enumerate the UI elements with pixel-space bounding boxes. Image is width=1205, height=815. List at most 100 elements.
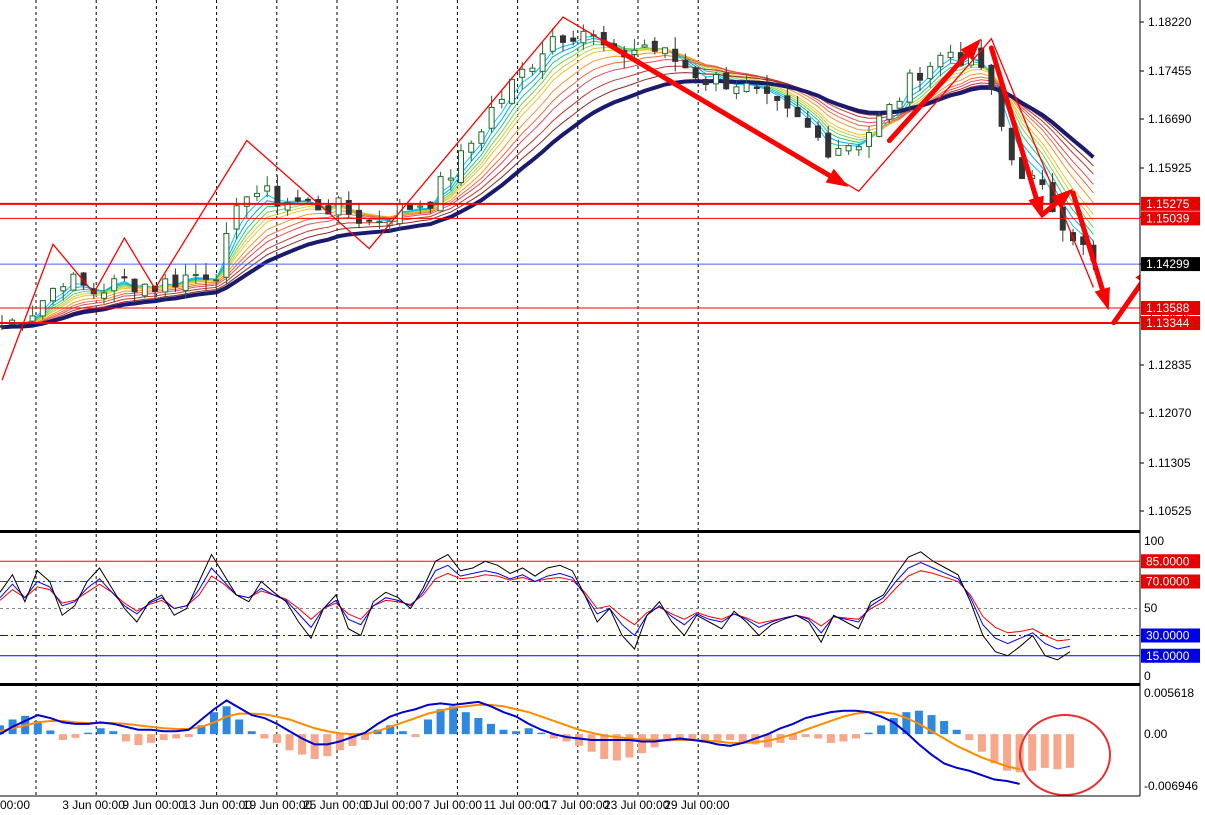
macd-histogram-bar bbox=[147, 734, 156, 743]
macd-histogram-bar bbox=[222, 706, 231, 735]
macd-histogram-bar bbox=[839, 734, 848, 742]
macd-tick-label: 0.00 bbox=[1144, 727, 1168, 741]
macd-histogram-bar bbox=[474, 718, 483, 735]
oscillator-tick-label: 100 bbox=[1144, 534, 1164, 548]
oscillator-tick-label: 50 bbox=[1144, 601, 1158, 615]
candle-body bbox=[458, 150, 464, 183]
candle-body bbox=[182, 274, 189, 291]
macd-histogram-bar bbox=[1028, 734, 1037, 771]
macd-histogram-bar bbox=[184, 734, 193, 738]
grid-layer bbox=[35, 0, 699, 796]
macd-histogram-bar bbox=[235, 719, 244, 735]
candle-body bbox=[519, 68, 526, 78]
macd-histogram-bar bbox=[424, 719, 432, 735]
oscillator-level-tag: 85.0000 bbox=[1146, 554, 1190, 568]
candle-body bbox=[560, 35, 566, 43]
candle-body bbox=[305, 198, 311, 201]
candle-body bbox=[172, 274, 179, 288]
oscillator-panel bbox=[0, 551, 1140, 661]
macd-histogram-bar bbox=[814, 734, 823, 739]
candle-body bbox=[356, 209, 362, 224]
panel-divider bbox=[0, 683, 1140, 686]
candle-body bbox=[753, 86, 760, 90]
macd-panel bbox=[0, 699, 1111, 796]
price-tick-label: 1.11305 bbox=[1148, 456, 1191, 470]
time-tick-label: 00:00 bbox=[0, 798, 30, 812]
candle-body bbox=[101, 292, 107, 299]
price-axis: 1.182201.174551.166901.159251.151601.143… bbox=[1140, 15, 1200, 793]
oscillator-tick-label: 0 bbox=[1144, 669, 1151, 683]
macd-histogram-bar bbox=[499, 729, 508, 735]
macd-histogram-bar bbox=[587, 734, 596, 752]
oscillator-level-tag: 30.0000 bbox=[1146, 629, 1190, 643]
macd-histogram-bar bbox=[600, 734, 609, 760]
candle-body bbox=[162, 278, 169, 293]
candle-body bbox=[264, 185, 271, 192]
time-tick-label: 11 Jul 00:00 bbox=[484, 798, 549, 812]
macd-histogram-bar bbox=[1066, 734, 1074, 768]
price-tick-label: 1.12070 bbox=[1148, 406, 1192, 420]
price-level-tag: 1.13344 bbox=[1146, 316, 1190, 330]
candle-body bbox=[672, 48, 679, 62]
candle-body bbox=[294, 197, 301, 202]
candle-body bbox=[570, 37, 577, 42]
macd-histogram-bar bbox=[940, 720, 949, 735]
macd-histogram-bar bbox=[398, 731, 407, 735]
candle-body bbox=[192, 274, 199, 277]
candle-body bbox=[937, 54, 944, 68]
candle-body bbox=[203, 274, 209, 280]
candle-body bbox=[845, 145, 852, 152]
candle-body bbox=[876, 115, 883, 137]
trend-arrow-shaft bbox=[988, 45, 1039, 201]
candle-body bbox=[692, 67, 699, 79]
time-tick-label: 17 Jul 00:00 bbox=[544, 798, 610, 812]
macd-histogram-bar bbox=[852, 734, 860, 739]
candle-body bbox=[733, 86, 740, 94]
trend-arrow-head bbox=[1094, 286, 1110, 311]
candle-body bbox=[764, 86, 770, 94]
macd-histogram-bar bbox=[247, 731, 256, 735]
candle-body bbox=[631, 49, 638, 56]
chart-canvas[interactable]: 1.182201.174551.166901.159251.151601.143… bbox=[0, 0, 1205, 815]
candle-body bbox=[947, 51, 954, 59]
macd-histogram-bar bbox=[524, 728, 533, 735]
candle-body bbox=[345, 199, 352, 215]
candle-body bbox=[662, 47, 668, 55]
candle-body bbox=[825, 132, 832, 158]
candle-body bbox=[1039, 179, 1046, 185]
candle-body bbox=[539, 53, 546, 72]
candle-body bbox=[498, 98, 505, 104]
candle-body bbox=[713, 74, 719, 85]
macd-histogram-bar bbox=[285, 734, 294, 751]
macd-histogram-bar bbox=[46, 730, 55, 735]
macd-histogram-bar bbox=[952, 729, 961, 735]
macd-histogram-bar bbox=[71, 734, 80, 738]
candle-body bbox=[131, 278, 138, 293]
candle-body bbox=[417, 205, 424, 208]
candle-body bbox=[376, 221, 383, 224]
macd-histogram-bar bbox=[159, 734, 168, 740]
time-tick-label: 9 Jun 00:00 bbox=[122, 798, 185, 812]
candle-body bbox=[866, 132, 872, 147]
oscillator-level-tag: 15.0000 bbox=[1146, 649, 1190, 663]
price-level-tag: 1.15275 bbox=[1146, 197, 1190, 211]
candle-body bbox=[213, 279, 220, 282]
time-tick-label: 3 Jun 00:00 bbox=[62, 798, 125, 812]
candle-body bbox=[702, 78, 709, 85]
time-tick-label: 29 Jul 00:00 bbox=[664, 798, 730, 812]
price-tick-label: 1.18220 bbox=[1148, 15, 1192, 29]
candle-body bbox=[233, 205, 240, 230]
candle-body bbox=[121, 276, 128, 279]
candle-body bbox=[804, 117, 811, 128]
trend-arrow-head bbox=[825, 168, 849, 187]
macd-histogram-bar bbox=[96, 728, 105, 735]
macd-histogram-bar bbox=[864, 732, 873, 735]
macd-histogram-bar bbox=[537, 732, 546, 735]
macd-histogram-bar bbox=[260, 734, 269, 739]
candle-body bbox=[835, 147, 842, 156]
candle-body bbox=[1008, 127, 1015, 161]
trend-arrow-shaft bbox=[1111, 280, 1140, 326]
candle-body bbox=[906, 72, 913, 103]
candle-body bbox=[335, 197, 342, 216]
candle-body bbox=[651, 40, 658, 52]
